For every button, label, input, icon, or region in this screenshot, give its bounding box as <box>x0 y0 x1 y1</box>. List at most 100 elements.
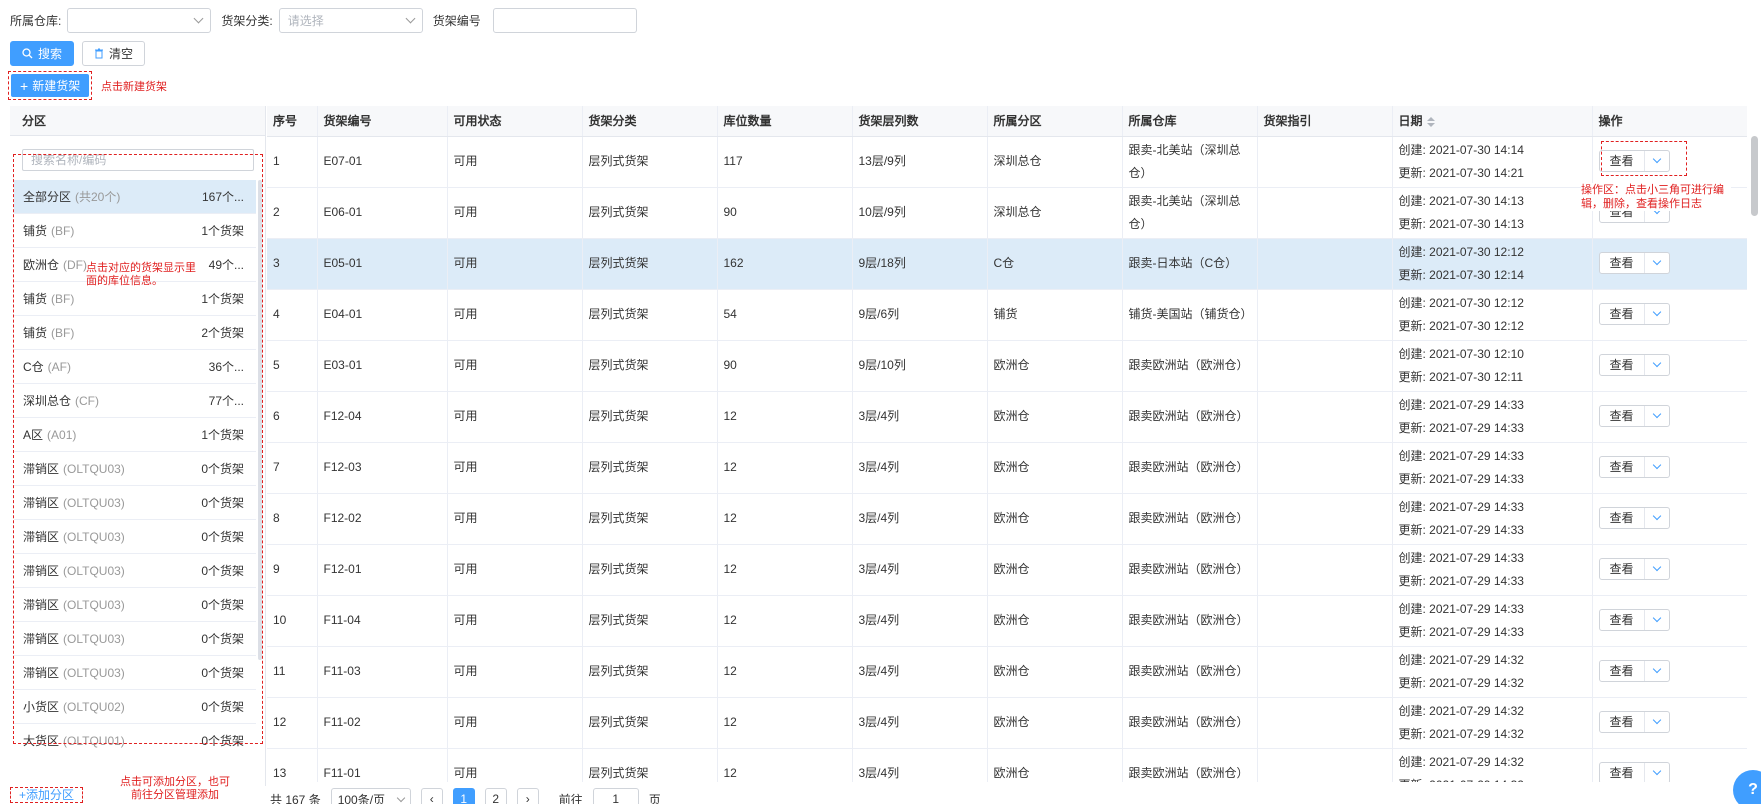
dropdown-toggle[interactable] <box>1645 457 1669 477</box>
zone-list-item[interactable]: 滞销区 (OLTQU03) 0个货架 <box>14 554 256 588</box>
cell-no: 11 <box>267 646 318 698</box>
zone-search-input[interactable]: 搜索名称/编码 <box>22 149 254 171</box>
zone-list-item[interactable]: 铺货 (BF) 1个货架 <box>14 214 256 248</box>
table-row[interactable]: 6 F12-04 可用 层列式货架 12 3层/4列 欧洲仓 跟卖欧洲站（欧洲仓） 创建: 20… <box>267 391 1747 443</box>
column-header: 货架指引 <box>1257 106 1393 137</box>
zone-list-item[interactable]: 滞销区 (OLTQU03) 0个货架 <box>14 622 256 656</box>
table-row[interactable]: 3 E05-01 可用 层列式货架 162 9层/18列 C仓 跟卖-日本站（C仓） 创建: 2… <box>267 238 1747 290</box>
table-row[interactable]: 10 F11-04 可用 层列式货架 12 3层/4列 欧洲仓 跟卖欧洲站（欧洲仓） 创建: 2… <box>267 595 1747 647</box>
view-button[interactable]: 查看 <box>1600 763 1645 782</box>
table-scrollbar[interactable] <box>1751 136 1758 216</box>
cell-layout: 9层/10列 <box>852 340 988 392</box>
zone-list-item[interactable]: A区 (A01) 1个货架 <box>14 418 256 452</box>
view-split-button[interactable]: 查看 <box>1598 456 1670 478</box>
page-size-value: 100条/页 <box>337 792 386 804</box>
table-row[interactable]: 9 F12-01 可用 层列式货架 12 3层/4列 欧洲仓 跟卖欧洲站（欧洲仓） 创建: 20… <box>267 544 1747 596</box>
zone-list-item[interactable]: 滞销区 (OLTQU03) 0个货架 <box>14 486 256 520</box>
view-split-button[interactable]: 查看 <box>1598 711 1670 733</box>
table-row[interactable]: 2 E06-01 可用 层列式货架 90 10层/9列 深圳总仓 跟卖-北美站（深圳总仓） 创建… <box>267 187 1747 239</box>
cell-no: 6 <box>267 391 318 443</box>
updated-time: 更新: 2021-07-30 14:21 <box>1398 165 1524 180</box>
view-split-button[interactable]: 查看 <box>1598 150 1670 172</box>
zone-list-item[interactable]: C仓 (AF) 36个... <box>14 350 256 384</box>
zone-list-item[interactable]: 铺货 (BF) 2个货架 <box>14 316 256 350</box>
view-button[interactable]: 查看 <box>1600 253 1645 273</box>
table-row[interactable]: 7 F12-03 可用 层列式货架 12 3层/4列 欧洲仓 跟卖欧洲站（欧洲仓） 创建: 20… <box>267 442 1747 494</box>
cell-code: F11-04 <box>317 595 448 647</box>
page-1-button[interactable]: 1 <box>452 788 475 804</box>
table-row[interactable]: 11 F11-03 可用 层列式货架 12 3层/4列 欧洲仓 跟卖欧洲站（欧洲仓） 创建: 2… <box>267 646 1747 698</box>
view-button[interactable]: 查看 <box>1600 151 1645 171</box>
cell-slots: 12 <box>717 493 853 545</box>
view-button[interactable]: 查看 <box>1600 355 1645 375</box>
view-split-button[interactable]: 查看 <box>1598 762 1670 782</box>
zone-list-item[interactable]: 全部分区 (共20个) 167个... <box>14 180 256 214</box>
dropdown-toggle[interactable] <box>1645 304 1669 324</box>
dropdown-toggle[interactable] <box>1645 508 1669 528</box>
cell-layout: 9层/18列 <box>852 238 988 290</box>
view-button[interactable]: 查看 <box>1600 457 1645 477</box>
chevron-down-icon <box>1652 766 1661 776</box>
view-button[interactable]: 查看 <box>1600 661 1645 681</box>
zone-shelf-count: 0个货架 <box>201 666 244 680</box>
view-button[interactable]: 查看 <box>1600 610 1645 630</box>
prev-page-button[interactable]: ‹ <box>420 788 443 804</box>
dropdown-toggle[interactable] <box>1645 151 1669 171</box>
dropdown-toggle[interactable] <box>1645 253 1669 273</box>
page-2-button[interactable]: 2 <box>484 788 507 804</box>
table-row[interactable]: 8 F12-02 可用 层列式货架 12 3层/4列 欧洲仓 跟卖欧洲站（欧洲仓） 创建: 20… <box>267 493 1747 545</box>
warehouse-select[interactable] <box>67 7 212 33</box>
view-split-button[interactable]: 查看 <box>1598 354 1670 376</box>
view-split-button[interactable]: 查看 <box>1598 660 1670 682</box>
zone-name: 滞销区 (OLTQU03) <box>23 564 125 578</box>
view-split-button[interactable]: 查看 <box>1598 507 1670 529</box>
shelf-code-input[interactable] <box>492 7 637 33</box>
view-split-button[interactable]: 查看 <box>1598 609 1670 631</box>
cell-warehouse: 跟卖欧洲站（欧洲仓） <box>1122 646 1258 698</box>
view-split-button[interactable]: 查看 <box>1598 405 1670 427</box>
clear-button[interactable]: 清空 <box>82 41 146 66</box>
zone-list-item[interactable]: 小货区 (OLTQU02) 0个货架 <box>14 690 256 724</box>
zone-list-item[interactable]: 深圳总仓 (CF) 77个... <box>14 384 256 418</box>
sort-icon[interactable] <box>1426 117 1435 128</box>
sidebar-scrollbar[interactable] <box>258 180 262 660</box>
zone-list-item[interactable]: 滞销区 (OLTQU03) 0个货架 <box>14 588 256 622</box>
zone-list-item[interactable]: 大货区 (OLTQU01) 0个货架 <box>14 724 256 755</box>
zone-sidebar: 分区 搜索名称/编码 全部分区 (共20个) 167个... 铺货 (BF) 1个货架 欧洲… <box>10 106 266 803</box>
zone-list-item[interactable]: 滞销区 (OLTQU03) 0个货架 <box>14 656 256 690</box>
column-header[interactable]: 日期 <box>1392 106 1593 137</box>
next-page-button[interactable]: › <box>516 788 539 804</box>
table-row[interactable]: 12 F11-02 可用 层列式货架 12 3层/4列 欧洲仓 跟卖欧洲站（欧洲仓） 创建: 2… <box>267 697 1747 749</box>
dropdown-toggle[interactable] <box>1645 406 1669 426</box>
search-button[interactable]: 搜索 <box>10 41 75 66</box>
dropdown-toggle[interactable] <box>1645 355 1669 375</box>
category-select[interactable]: 请选择 <box>278 7 423 33</box>
table-row[interactable]: 5 E03-01 可用 层列式货架 90 9层/10列 欧洲仓 跟卖欧洲站（欧洲仓） 创建: 2… <box>267 340 1747 392</box>
chevron-down-icon <box>1652 664 1661 674</box>
view-button[interactable]: 查看 <box>1600 559 1645 579</box>
cell-slots: 12 <box>717 442 853 494</box>
cell-status: 可用 <box>447 493 583 545</box>
dropdown-toggle[interactable] <box>1645 712 1669 732</box>
add-zone-link[interactable]: +添加分区 <box>10 787 84 803</box>
table-row[interactable]: 1 E07-01 可用 层列式货架 117 13层/9列 深圳总仓 跟卖-北美站（深圳总仓） 创… <box>267 136 1747 188</box>
new-shelf-button[interactable]: + 新建货架 <box>11 74 90 97</box>
view-button[interactable]: 查看 <box>1600 712 1645 732</box>
zone-list-item[interactable]: 滞销区 (OLTQU03) 0个货架 <box>14 520 256 554</box>
dropdown-toggle[interactable] <box>1645 661 1669 681</box>
cell-operation: 查看 <box>1592 391 1747 443</box>
dropdown-toggle[interactable] <box>1645 610 1669 630</box>
view-button[interactable]: 查看 <box>1600 508 1645 528</box>
goto-page-input[interactable]: 1 <box>592 788 639 804</box>
view-split-button[interactable]: 查看 <box>1598 303 1670 325</box>
zone-list-item[interactable]: 滞销区 (OLTQU03) 0个货架 <box>14 452 256 486</box>
table-row[interactable]: 13 F11-01 可用 层列式货架 12 3层/4列 欧洲仓 跟卖欧洲站（欧洲仓） 创建: 2… <box>267 748 1747 782</box>
view-button[interactable]: 查看 <box>1600 406 1645 426</box>
view-button[interactable]: 查看 <box>1600 304 1645 324</box>
view-split-button[interactable]: 查看 <box>1598 558 1670 580</box>
dropdown-toggle[interactable] <box>1645 559 1669 579</box>
view-split-button[interactable]: 查看 <box>1598 252 1670 274</box>
dropdown-toggle[interactable] <box>1645 763 1669 782</box>
table-row[interactable]: 4 E04-01 可用 层列式货架 54 9层/6列 铺货 铺货-美国站（铺货仓） 创建: 20… <box>267 289 1747 341</box>
page-size-select[interactable]: 100条/页 <box>330 788 411 804</box>
